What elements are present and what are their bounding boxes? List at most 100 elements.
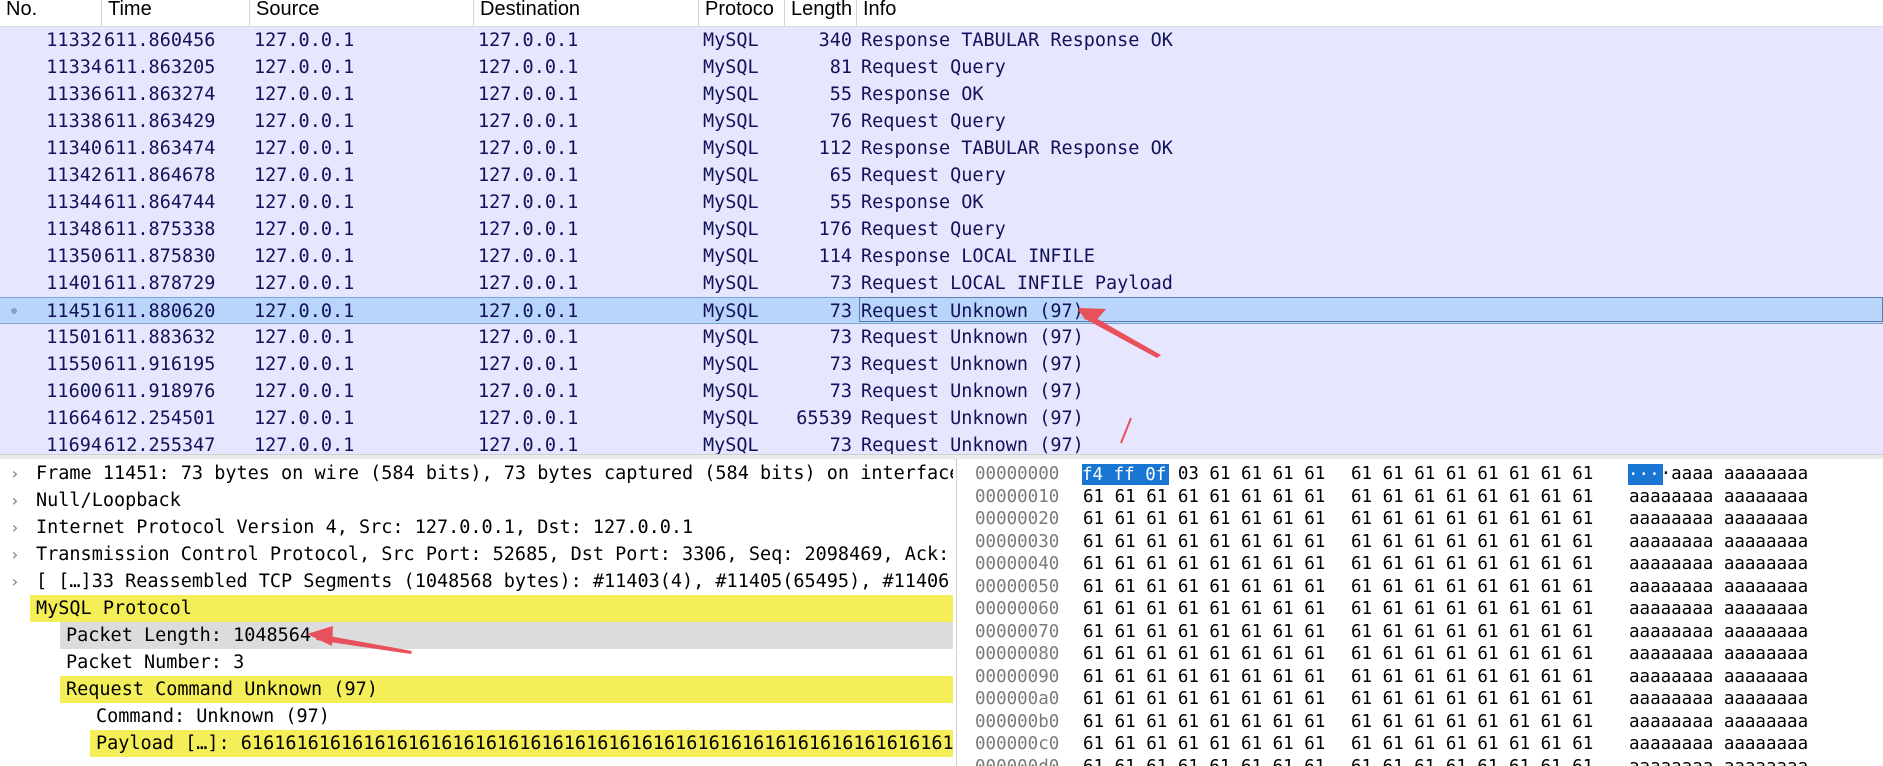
packet-details-pane[interactable]: › Frame 11451: 73 bytes on wire (584 bits… — [0, 459, 953, 766]
packet-row[interactable]: 11338 611.863429 127.0.0.1 127.0.0.1 MySQL 76… — [0, 108, 1883, 135]
packet-source: 127.0.0.1 — [254, 138, 355, 159]
packet-row[interactable]: 11348 611.875338 127.0.0.1 127.0.0.1 MySQL 17… — [0, 216, 1883, 243]
packet-row[interactable]: 11344 611.864744 127.0.0.1 127.0.0.1 MySQL 55… — [0, 189, 1883, 216]
ascii-dump: aaaaaaaa aaaaaaaa — [1629, 644, 1809, 664]
packet-source: 127.0.0.1 — [254, 327, 355, 348]
packet-no: 11336 — [46, 84, 102, 105]
chevron-right-icon[interactable]: › — [8, 568, 22, 595]
hex-dump-row[interactable]: 00000090 61 61 61 61 61 61 61 61 61 61 61 … — [957, 666, 1883, 689]
packet-protocol: MySQL — [703, 111, 759, 132]
packet-protocol: MySQL — [703, 381, 759, 402]
packet-source: 127.0.0.1 — [254, 84, 355, 105]
packet-row[interactable]: 11451 611.880620 127.0.0.1 127.0.0.1 MySQL 73… — [0, 297, 1883, 324]
chevron-right-icon[interactable]: › — [8, 460, 22, 487]
packet-row[interactable]: 11600 611.918976 127.0.0.1 127.0.0.1 MySQL 73… — [0, 378, 1883, 405]
packet-destination: 127.0.0.1 — [478, 327, 579, 348]
detail-tree-item[interactable]: › Null/Loopback — [0, 487, 953, 514]
packet-protocol: MySQL — [703, 192, 759, 213]
packet-info: Request Unknown (97) — [861, 381, 1084, 402]
detail-tree-item[interactable]: ⌄MySQL Protocol — [30, 595, 953, 622]
column-header-time[interactable]: Time — [102, 0, 250, 26]
hex-dump-row[interactable]: 00000000 f4 ff 0f 03 61 61 61 61 61 61 61 … — [957, 463, 1883, 486]
hex-dump-row[interactable]: 000000a0 61 61 61 61 61 61 61 61 61 61 61 … — [957, 688, 1883, 711]
hex-bytes-second-half: 61 61 61 61 61 61 61 61 — [1351, 711, 1594, 732]
hex-dump-row[interactable]: 00000070 61 61 61 61 61 61 61 61 61 61 61 … — [957, 621, 1883, 644]
hex-dump-row[interactable]: 00000060 61 61 61 61 61 61 61 61 61 61 61 … — [957, 598, 1883, 621]
packet-destination: 127.0.0.1 — [478, 408, 579, 429]
packet-row[interactable]: 11350 611.875830 127.0.0.1 127.0.0.1 MySQL 11… — [0, 243, 1883, 270]
packet-bytes-pane[interactable]: 00000000 f4 ff 0f 03 61 61 61 61 61 61 61 … — [956, 459, 1883, 766]
detail-tree-item[interactable]: ⌄Request Command Unknown (97) — [60, 676, 953, 703]
packet-row[interactable]: 11336 611.863274 127.0.0.1 127.0.0.1 MySQL 55… — [0, 81, 1883, 108]
packet-protocol: MySQL — [703, 354, 759, 375]
packet-no: 11332 — [46, 30, 102, 51]
detail-tree-item[interactable]: Packet Number: 3 — [0, 649, 953, 676]
chevron-right-icon[interactable]: › — [8, 514, 22, 541]
column-header-source[interactable]: Source — [250, 0, 474, 26]
packet-length: 65 — [829, 165, 852, 186]
packet-row[interactable]: 11501 611.883632 127.0.0.1 127.0.0.1 MySQL 73… — [0, 324, 1883, 351]
hex-dump-row[interactable]: 00000080 61 61 61 61 61 61 61 61 61 61 61 … — [957, 643, 1883, 666]
packet-length: 112 — [818, 138, 852, 159]
packet-no: 11344 — [46, 192, 102, 213]
packet-time: 611.875338 — [104, 219, 216, 240]
packet-row[interactable]: 11332 611.860456 127.0.0.1 127.0.0.1 MySQL 34… — [0, 27, 1883, 54]
packet-protocol: MySQL — [703, 165, 759, 186]
detail-tree-item[interactable]: › Internet Protocol Version 4, Src: 127.0… — [0, 514, 953, 541]
packet-row[interactable]: 11550 611.916195 127.0.0.1 127.0.0.1 MySQL 73… — [0, 351, 1883, 378]
hex-offset: 00000070 — [975, 621, 1060, 642]
hex-offset: 00000020 — [975, 509, 1060, 529]
hex-bytes-first-half: 61 61 61 61 61 61 61 61 — [1083, 599, 1326, 619]
packet-row[interactable]: 11340 611.863474 127.0.0.1 127.0.0.1 MySQL 11… — [0, 135, 1883, 162]
packet-info: Request LOCAL INFILE Payload — [861, 273, 1173, 294]
packet-length: 176 — [818, 219, 852, 240]
detail-tree-item[interactable]: › Frame 11451: 73 bytes on wire (584 bits… — [0, 460, 953, 487]
packet-no: 11600 — [46, 381, 102, 402]
detail-tree-label: Frame 11451: 73 bytes on wire (584 bits)… — [36, 463, 953, 484]
packet-no: 11342 — [46, 165, 102, 186]
packet-row[interactable]: 11401 611.878729 127.0.0.1 127.0.0.1 MySQL 73… — [0, 270, 1883, 297]
detail-tree-item[interactable]: Command: Unknown (97) — [0, 703, 953, 730]
hex-dump-row[interactable]: 00000030 61 61 61 61 61 61 61 61 61 61 61 … — [957, 531, 1883, 554]
column-header-protocol[interactable]: Protoco — [699, 0, 785, 26]
hex-dump-row[interactable]: 000000c0 61 61 61 61 61 61 61 61 61 61 61 … — [957, 733, 1883, 756]
hex-bytes-first-half: 61 61 61 61 61 61 61 61 — [1083, 711, 1326, 732]
hex-dump-row[interactable]: 00000050 61 61 61 61 61 61 61 61 61 61 61 … — [957, 576, 1883, 599]
hex-dump-row[interactable]: 00000010 61 61 61 61 61 61 61 61 61 61 61 … — [957, 486, 1883, 509]
hex-offset: 00000030 — [975, 531, 1060, 552]
packet-destination: 127.0.0.1 — [478, 84, 579, 105]
hex-dump-row[interactable]: 00000040 61 61 61 61 61 61 61 61 61 61 61 … — [957, 553, 1883, 576]
chevron-right-icon[interactable]: › — [8, 487, 22, 514]
packet-info: Request Query — [861, 111, 1006, 132]
packet-list[interactable]: No. Time Source Destination Protoco Leng… — [0, 0, 1883, 454]
packet-row[interactable]: 11694 612.255347 127.0.0.1 127.0.0.1 MySQL 73… — [0, 432, 1883, 454]
packet-row[interactable]: 11334 611.863205 127.0.0.1 127.0.0.1 MySQL 81… — [0, 54, 1883, 81]
hex-bytes-second-half: 61 61 61 61 61 61 61 61 — [1351, 464, 1594, 484]
packet-length: 65539 — [796, 408, 852, 429]
hex-dump-row[interactable]: 000000d0 61 61 61 61 61 61 61 61 61 61 61 … — [957, 756, 1883, 766]
detail-tree-item[interactable]: ›Payload […]: 61616161616161616161616161… — [90, 730, 953, 757]
hex-dump-row[interactable]: 000000b0 61 61 61 61 61 61 61 61 61 61 61 … — [957, 711, 1883, 734]
ascii-dump: aaaaaaaa aaaaaaaa — [1629, 554, 1809, 574]
column-header-info[interactable]: Info — [857, 0, 1883, 26]
packet-no: 11550 — [46, 354, 102, 375]
chevron-right-icon[interactable]: › — [8, 541, 22, 568]
detail-tree-item[interactable]: › Transmission Control Protocol, Src Port… — [0, 541, 953, 568]
column-header-destination[interactable]: Destination — [474, 0, 699, 26]
column-header-no[interactable]: No. — [0, 0, 102, 26]
hex-bytes-first-half: 61 61 61 61 61 61 61 61 — [1083, 486, 1326, 507]
packet-row[interactable]: 11664 612.254501 127.0.0.1 127.0.0.1 MySQL 65… — [0, 405, 1883, 432]
packet-source: 127.0.0.1 — [254, 165, 355, 186]
detail-tree-item[interactable]: › [ […]33 Reassembled TCP Segments (10485… — [0, 568, 953, 595]
packet-destination: 127.0.0.1 — [478, 138, 579, 159]
column-header-length[interactable]: Length — [785, 0, 857, 26]
packet-length: 114 — [818, 246, 852, 267]
hex-bytes-first-half: 61 61 61 61 61 61 61 61 — [1083, 644, 1326, 664]
hex-offset: 00000090 — [975, 666, 1060, 687]
packet-row[interactable]: 11342 611.864678 127.0.0.1 127.0.0.1 MySQL 65… — [0, 162, 1883, 189]
packet-protocol: MySQL — [703, 57, 759, 78]
packet-destination: 127.0.0.1 — [478, 192, 579, 213]
packet-source: 127.0.0.1 — [254, 381, 355, 402]
detail-tree-item[interactable]: Packet Length: 1048564 — [60, 622, 953, 649]
hex-dump-row[interactable]: 00000020 61 61 61 61 61 61 61 61 61 61 61 … — [957, 508, 1883, 531]
